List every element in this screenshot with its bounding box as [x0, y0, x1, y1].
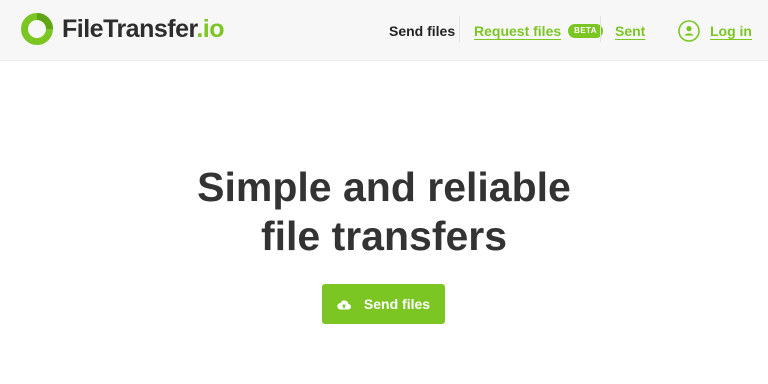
logo[interactable]: FileTransfer.io	[20, 11, 225, 47]
nav-sent-label[interactable]: Sent	[615, 23, 645, 39]
nav-request-files-label[interactable]: Request files	[474, 23, 561, 39]
brand-name: FileTransfer	[62, 14, 197, 43]
hero-title: Simple and reliable file transfers	[0, 163, 768, 261]
brand-suffix: .io	[196, 14, 225, 43]
hero-title-line: Simple and reliable	[197, 164, 571, 210]
cloud-upload-icon	[337, 299, 351, 310]
send-files-button-label: Send files	[363, 296, 431, 312]
nav-sent[interactable]: Sent	[615, 0, 645, 61]
send-files-button[interactable]: Send files	[322, 284, 445, 324]
hero-title-line: file transfers	[260, 213, 508, 259]
logo-text: FileTransfer.io	[62, 14, 225, 43]
nav-login[interactable]: Log in	[678, 0, 752, 61]
nav-divider	[459, 16, 460, 42]
nav-send-files-label: Send files	[389, 22, 456, 39]
nav-login-label[interactable]: Log in	[710, 23, 752, 39]
logo-ring-icon	[21, 13, 53, 45]
beta-badge: BETA	[568, 23, 603, 38]
nav-divider	[600, 16, 601, 42]
header: FileTransfer.io Send files Request files…	[0, 0, 768, 61]
nav-request-files[interactable]: Request files BETA	[474, 0, 603, 61]
nav-send-files[interactable]: Send files	[389, 0, 455, 61]
user-icon	[678, 19, 700, 42]
